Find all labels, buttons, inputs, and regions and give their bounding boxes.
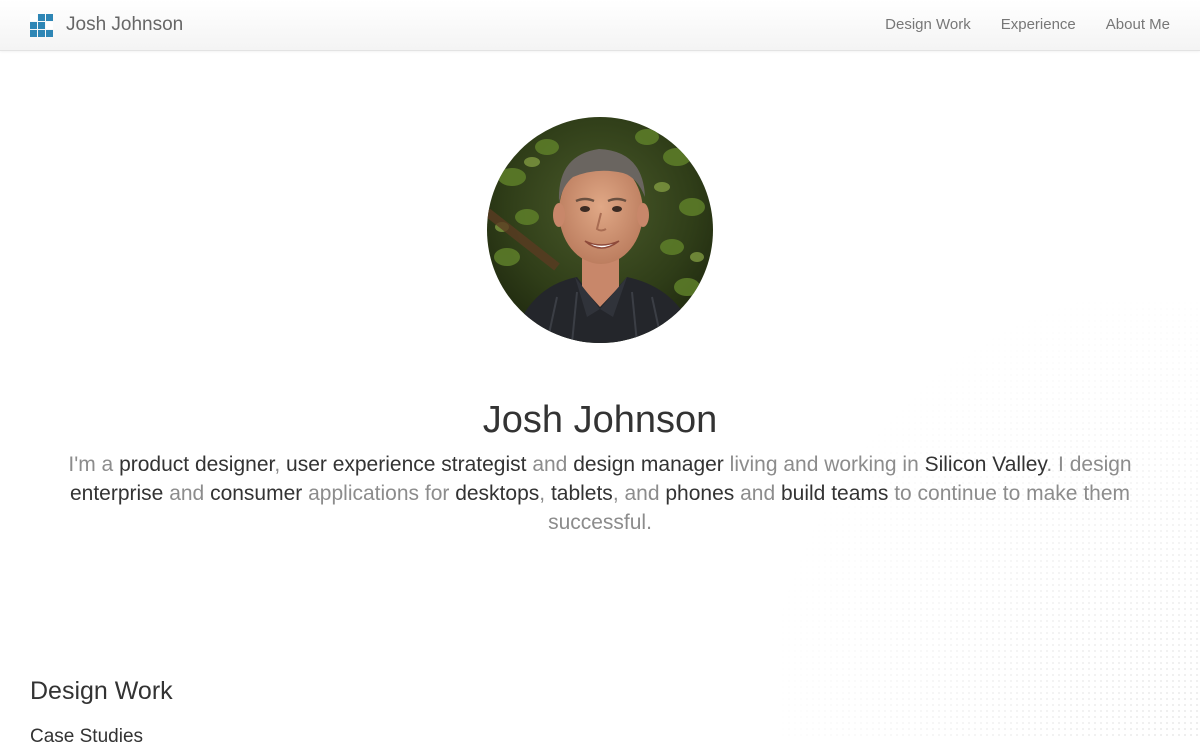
hero-name: Josh Johnson — [482, 399, 718, 441]
avatar — [487, 117, 713, 343]
bio-segment: . I design — [1046, 453, 1132, 476]
bio-highlight: consumer — [210, 482, 303, 505]
bio-segment: , — [539, 482, 551, 505]
bio-segment: applications for — [302, 482, 456, 505]
profile-photo-icon — [487, 117, 713, 343]
bio-text: I'm a product designer, user experience … — [50, 450, 1150, 537]
brand-name: Josh Johnson — [66, 14, 184, 35]
bio-segment: , — [274, 453, 287, 476]
bio-segment: and — [526, 453, 574, 476]
bio-highlight: product designer — [119, 453, 275, 476]
bio-segment: and — [163, 482, 211, 505]
nav-about-me[interactable]: About Me — [1106, 15, 1170, 35]
bio-highlight: enterprise — [69, 482, 164, 505]
bio-highlight: build teams — [780, 482, 889, 505]
bio-segment: and — [734, 482, 781, 505]
bio-highlight: desktops — [455, 482, 540, 505]
site-header: Josh Johnson Design Work Experience Abou… — [0, 0, 1200, 51]
bio-highlight: phones — [665, 482, 735, 505]
subsection-title-case-studies: Case Studies — [30, 726, 144, 747]
brand-link[interactable]: Josh Johnson — [30, 13, 183, 37]
bio-highlight: design manager — [573, 453, 724, 476]
main-nav: Design Work Experience About Me — [855, 15, 1170, 35]
bio-highlight: user experience strategist — [286, 453, 527, 476]
bio-segment: I'm a — [68, 453, 120, 476]
logo-icon — [30, 13, 53, 37]
section-title-design-work: Design Work — [30, 677, 173, 705]
bio-segment: living and working in — [723, 453, 925, 476]
bio-segment: , and — [612, 482, 666, 505]
bio-highlight: Silicon Valley — [924, 453, 1047, 476]
nav-experience[interactable]: Experience — [1001, 15, 1076, 35]
bio-highlight: tablets — [550, 482, 613, 505]
nav-design-work[interactable]: Design Work — [885, 15, 971, 35]
